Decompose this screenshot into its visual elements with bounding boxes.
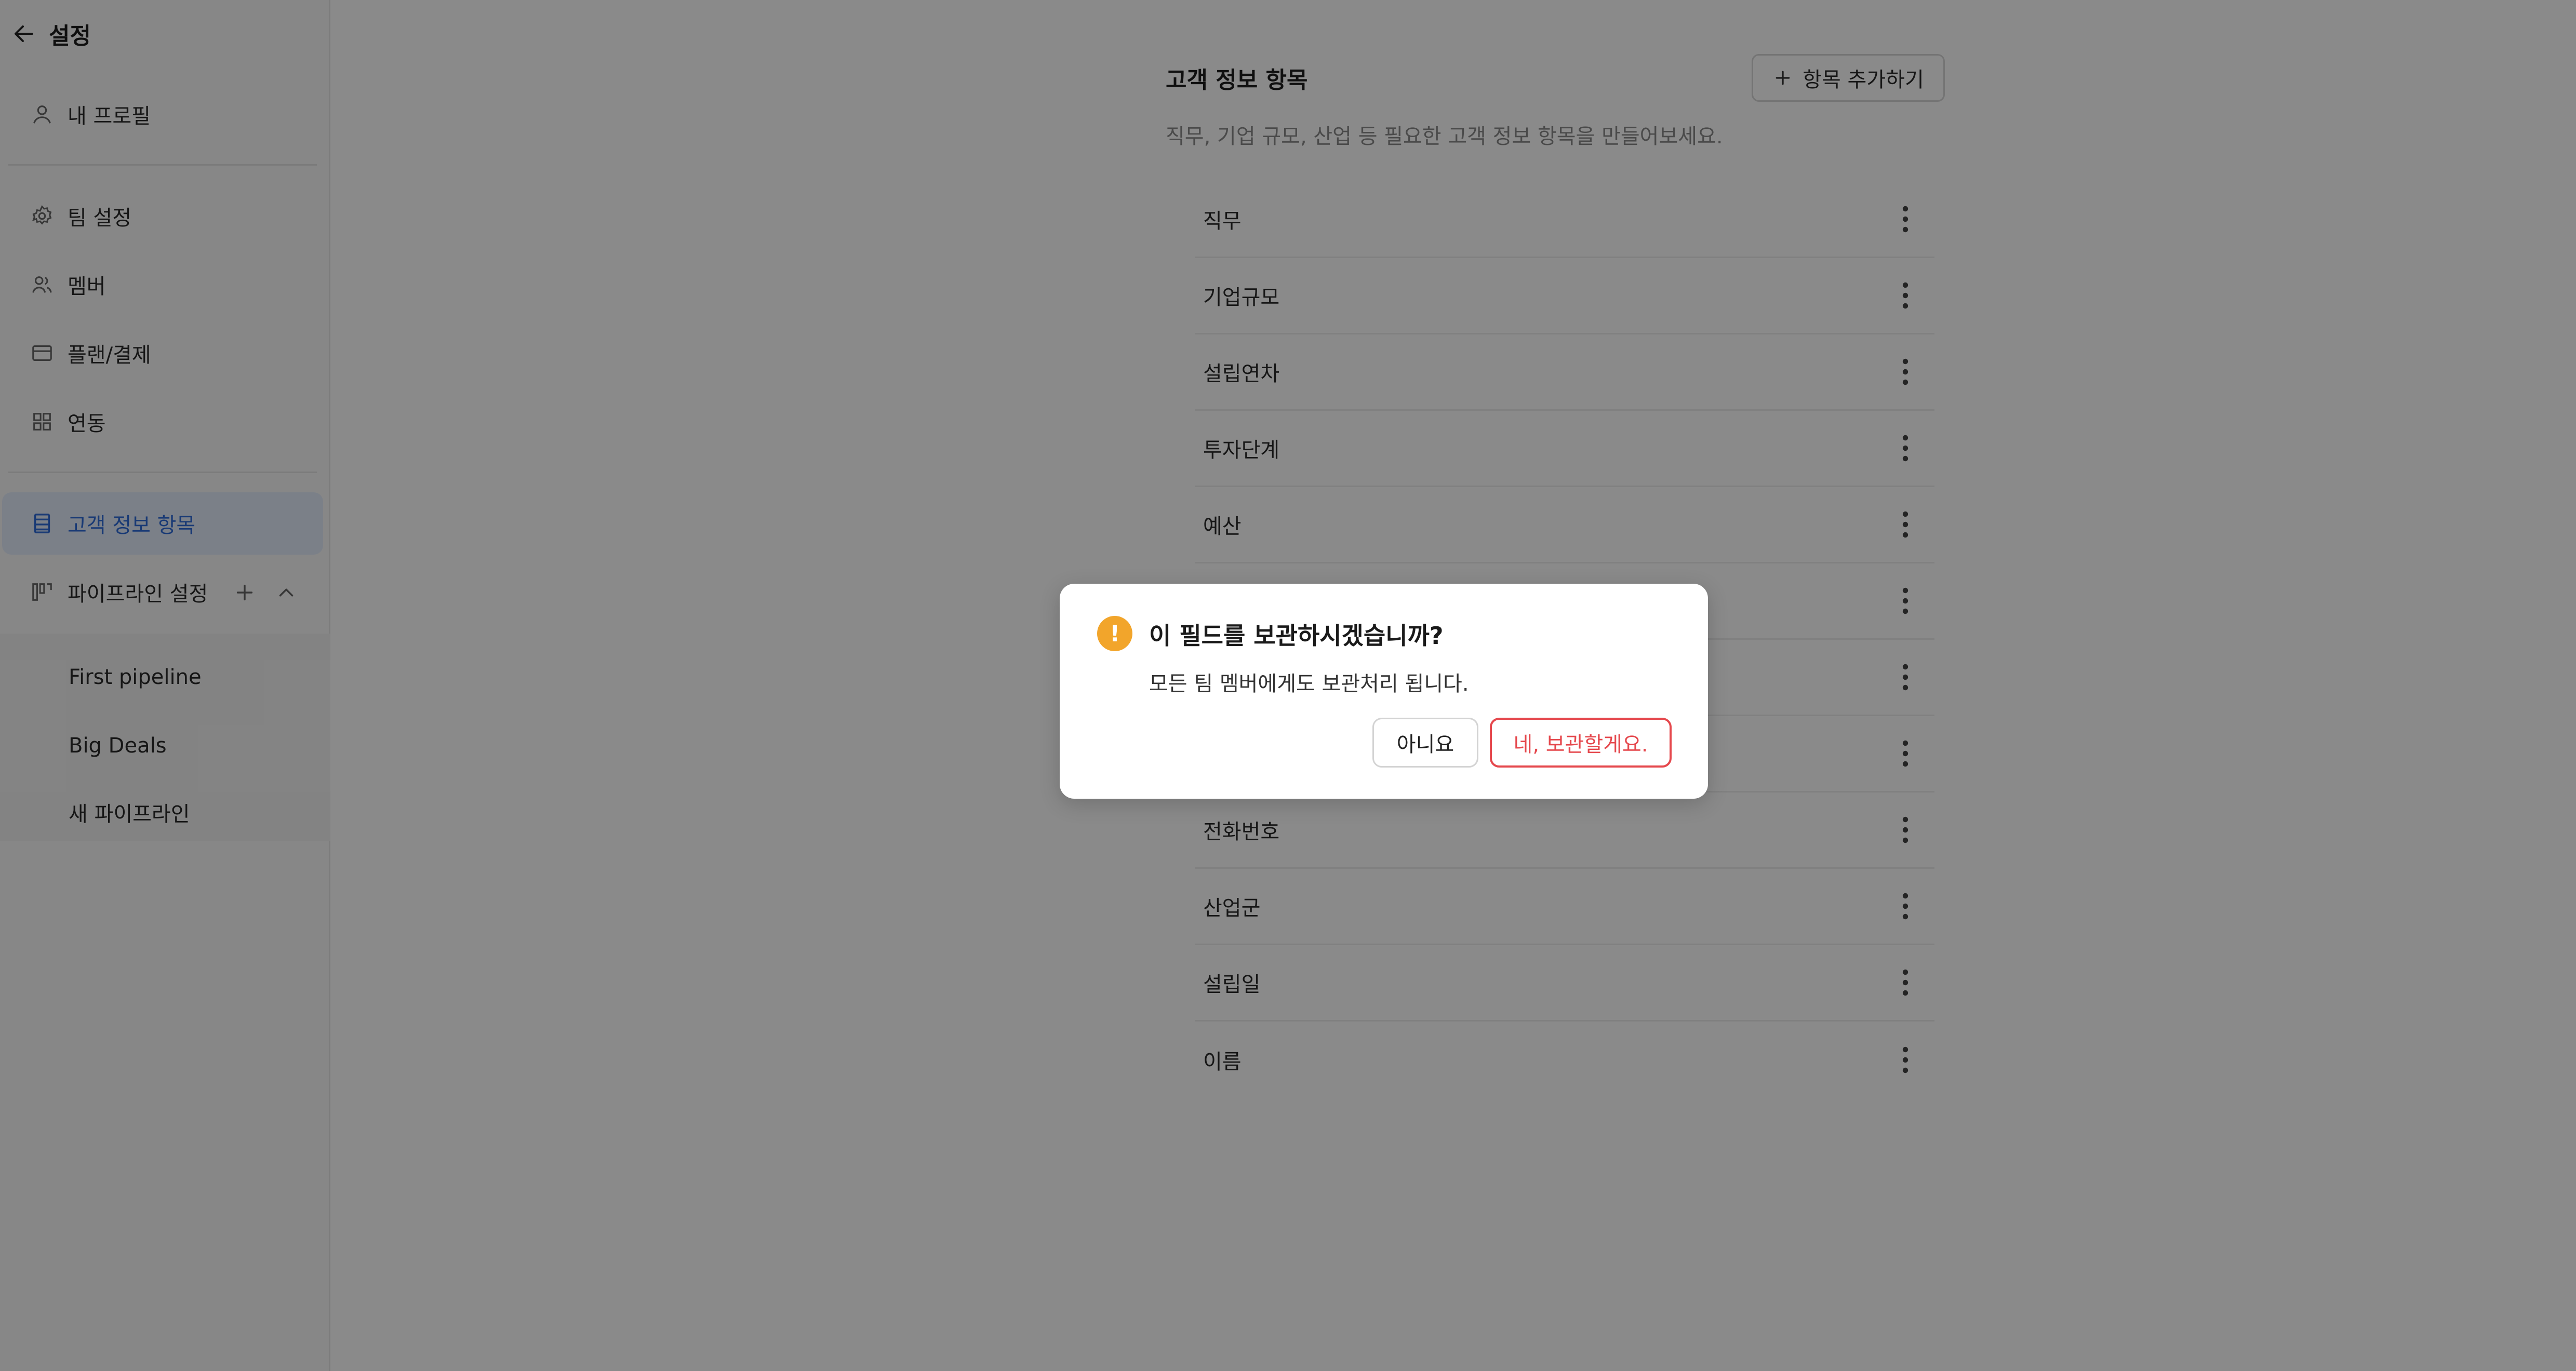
confirm-archive-button[interactable]: 네, 보관할게요. [1490, 718, 1672, 768]
archive-confirm-dialog: ! 이 필드를 보관하시겠습니까? 모든 팀 멤버에게도 보관처리 됩니다. 아… [1060, 584, 1708, 799]
dialog-title: 이 필드를 보관하시겠습니까? [1149, 622, 1444, 650]
cancel-button[interactable]: 아니요 [1372, 718, 1478, 768]
warning-icon: ! [1097, 616, 1132, 651]
dialog-message: 모든 팀 멤버에게도 보관처리 됩니다. [1149, 672, 1469, 696]
